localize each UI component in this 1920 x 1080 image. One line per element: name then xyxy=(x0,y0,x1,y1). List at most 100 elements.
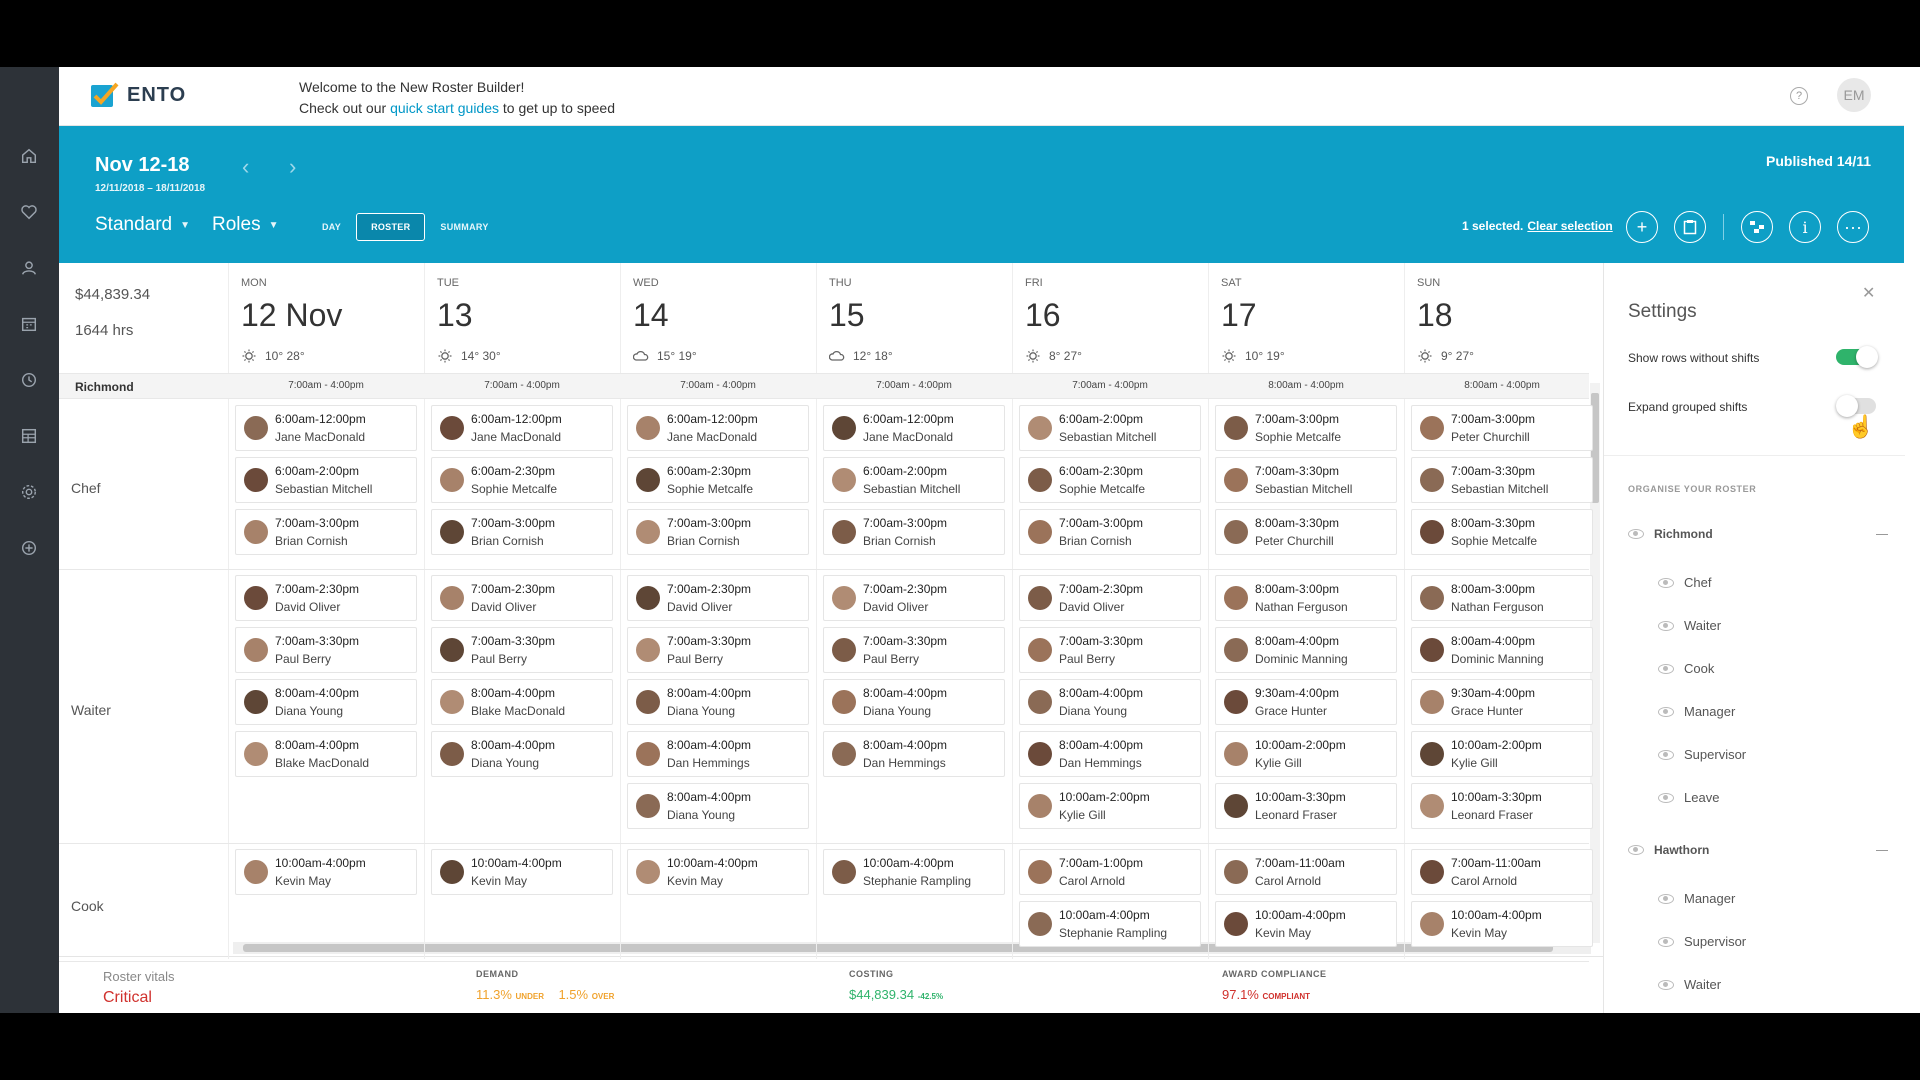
collapse-icon[interactable] xyxy=(1876,850,1888,851)
heart-icon[interactable] xyxy=(17,200,41,224)
shift-card[interactable]: 10:00am-4:00pm Kevin May xyxy=(431,849,613,895)
shift-card[interactable]: 8:00am-4:00pm Blake MacDonald xyxy=(431,679,613,725)
day-header-sat[interactable]: SAT 17 10° 19° xyxy=(1208,263,1404,373)
day-header-fri[interactable]: FRI 16 8° 27° xyxy=(1012,263,1208,373)
shift-card[interactable]: 6:00am-12:00pm Jane MacDonald xyxy=(823,405,1005,451)
table-icon[interactable] xyxy=(17,424,41,448)
help-icon[interactable]: ? xyxy=(1790,87,1808,105)
eye-icon[interactable] xyxy=(1658,792,1674,803)
shift-card[interactable]: 7:00am-3:30pm Paul Berry xyxy=(235,627,417,673)
group-select[interactable]: Roles ▼ xyxy=(212,214,278,236)
tab-day[interactable]: DAY xyxy=(307,213,356,241)
shift-card[interactable]: 6:00am-12:00pm Jane MacDonald xyxy=(235,405,417,451)
shift-card[interactable]: 7:00am-3:00pm Sophie Metcalfe xyxy=(1215,405,1397,451)
shift-card[interactable]: 7:00am-2:30pm David Oliver xyxy=(1019,575,1201,621)
day-header-tue[interactable]: TUE 13 14° 30° xyxy=(424,263,620,373)
shift-card[interactable]: 8:00am-4:00pm Blake MacDonald xyxy=(235,731,417,777)
shift-card[interactable]: 6:00am-2:30pm Sophie Metcalfe xyxy=(1019,457,1201,503)
day-header-thu[interactable]: THU 15 12° 18° xyxy=(816,263,1012,373)
eye-icon[interactable] xyxy=(1658,893,1674,904)
shift-card[interactable]: 10:00am-4:00pm Stephanie Rampling xyxy=(823,849,1005,895)
shift-card[interactable]: 10:00am-4:00pm Kevin May xyxy=(235,849,417,895)
shift-card[interactable]: 7:00am-1:00pm Carol Arnold xyxy=(1019,849,1201,895)
organise-role-leave[interactable]: Leave xyxy=(1658,790,1719,805)
shift-card[interactable]: 8:00am-4:00pm Dominic Manning xyxy=(1215,627,1397,673)
organise-role-waiter[interactable]: Waiter xyxy=(1658,618,1721,633)
eye-icon[interactable] xyxy=(1658,979,1674,990)
shift-card[interactable]: 7:00am-11:00am Carol Arnold xyxy=(1411,849,1593,895)
plus-circle-icon[interactable] xyxy=(17,536,41,560)
day-header-sun[interactable]: SUN 18 9° 27° xyxy=(1404,263,1600,373)
gear-icon[interactable] xyxy=(17,480,41,504)
eye-icon[interactable] xyxy=(1658,936,1674,947)
organise-location-richmond[interactable]: Richmond xyxy=(1628,527,1713,541)
home-icon[interactable] xyxy=(17,144,41,168)
shift-card[interactable]: 8:00am-4:00pm Dan Hemmings xyxy=(1019,731,1201,777)
eye-icon[interactable] xyxy=(1658,620,1674,631)
user-icon[interactable] xyxy=(17,256,41,280)
shift-card[interactable]: 8:00am-3:30pm Sophie Metcalfe xyxy=(1411,509,1593,555)
prev-week-icon[interactable]: ‹ xyxy=(242,154,249,180)
shift-card[interactable]: 8:00am-4:00pm Diana Young xyxy=(235,679,417,725)
shift-card[interactable]: 7:00am-3:00pm Brian Cornish xyxy=(627,509,809,555)
shift-card[interactable]: 6:00am-2:00pm Sebastian Mitchell xyxy=(1019,405,1201,451)
clear-selection-link[interactable]: Clear selection xyxy=(1527,219,1612,233)
shift-card[interactable]: 8:00am-4:00pm Diana Young xyxy=(627,783,809,829)
organise-role-supervisor[interactable]: Supervisor xyxy=(1658,747,1746,762)
shift-card[interactable]: 6:00am-2:00pm Sebastian Mitchell xyxy=(823,457,1005,503)
hierarchy-button[interactable] xyxy=(1741,211,1773,243)
shift-card[interactable]: 8:00am-4:00pm Dan Hemmings xyxy=(627,731,809,777)
shift-card[interactable]: 7:00am-3:00pm Brian Cornish xyxy=(1019,509,1201,555)
shift-card[interactable]: 8:00am-3:00pm Nathan Ferguson xyxy=(1215,575,1397,621)
shift-card[interactable]: 10:00am-2:00pm Kylie Gill xyxy=(1411,731,1593,777)
user-avatar[interactable]: EM xyxy=(1837,78,1871,112)
day-header-wed[interactable]: WED 14 15° 19° xyxy=(620,263,816,373)
organise-role-manager[interactable]: Manager xyxy=(1658,891,1735,906)
shift-card[interactable]: 10:00am-4:00pm Stephanie Rampling xyxy=(1019,901,1201,947)
costing-metric[interactable]: COSTING $44,839.34 -42.5% xyxy=(849,969,943,1002)
organise-role-manager[interactable]: Manager xyxy=(1658,704,1735,719)
shift-card[interactable]: 6:00am-2:30pm Sophie Metcalfe xyxy=(627,457,809,503)
shift-card[interactable]: 7:00am-3:30pm Paul Berry xyxy=(627,627,809,673)
eye-icon[interactable] xyxy=(1658,577,1674,588)
clock-icon[interactable] xyxy=(17,368,41,392)
shift-card[interactable]: 7:00am-11:00am Carol Arnold xyxy=(1215,849,1397,895)
clipboard-button[interactable] xyxy=(1674,211,1706,243)
organise-location-hawthorn[interactable]: Hawthorn xyxy=(1628,843,1709,857)
tab-roster[interactable]: ROSTER xyxy=(356,213,426,241)
award-metric[interactable]: AWARD COMPLIANCE 97.1% COMPLIANT xyxy=(1222,969,1327,1002)
shift-card[interactable]: 10:00am-4:00pm Kevin May xyxy=(1411,901,1593,947)
shift-card[interactable]: 8:00am-4:00pm Dominic Manning xyxy=(1411,627,1593,673)
collapse-icon[interactable] xyxy=(1876,534,1888,535)
tab-summary[interactable]: SUMMARY xyxy=(425,213,503,241)
eye-icon[interactable] xyxy=(1658,706,1674,717)
calendar-icon[interactable] xyxy=(17,312,41,336)
shift-card[interactable]: 10:00am-4:00pm Kevin May xyxy=(1215,901,1397,947)
shift-card[interactable]: 10:00am-3:30pm Leonard Fraser xyxy=(1411,783,1593,829)
shift-card[interactable]: 9:30am-4:00pm Grace Hunter xyxy=(1411,679,1593,725)
shift-card[interactable]: 7:00am-2:30pm David Oliver xyxy=(431,575,613,621)
shift-card[interactable]: 7:00am-3:30pm Sebastian Mitchell xyxy=(1411,457,1593,503)
ento-logo[interactable]: ENTO xyxy=(91,82,186,108)
organise-role-supervisor[interactable]: Supervisor xyxy=(1658,934,1746,949)
info-button[interactable]: i xyxy=(1789,211,1821,243)
shift-card[interactable]: 10:00am-4:00pm Kevin May xyxy=(627,849,809,895)
add-shift-button[interactable]: + xyxy=(1626,211,1658,243)
shift-card[interactable]: 10:00am-2:00pm Kylie Gill xyxy=(1019,783,1201,829)
eye-icon[interactable] xyxy=(1628,845,1644,855)
shift-card[interactable]: 6:00am-12:00pm Jane MacDonald xyxy=(431,405,613,451)
vitals-status[interactable]: Critical xyxy=(103,989,152,1007)
shift-card[interactable]: 6:00am-2:00pm Sebastian Mitchell xyxy=(235,457,417,503)
more-button[interactable]: ··· xyxy=(1837,211,1869,243)
shift-card[interactable]: 7:00am-2:30pm David Oliver xyxy=(627,575,809,621)
shift-card[interactable]: 8:00am-4:00pm Diana Young xyxy=(823,679,1005,725)
shift-card[interactable]: 6:00am-2:30pm Sophie Metcalfe xyxy=(431,457,613,503)
day-header-mon[interactable]: MON 12 Nov 10° 28° xyxy=(228,263,424,373)
shift-card[interactable]: 7:00am-3:00pm Brian Cornish xyxy=(823,509,1005,555)
shift-card[interactable]: 7:00am-3:30pm Sebastian Mitchell xyxy=(1215,457,1397,503)
shift-card[interactable]: 8:00am-4:00pm Dan Hemmings xyxy=(823,731,1005,777)
shift-card[interactable]: 8:00am-4:00pm Diana Young xyxy=(1019,679,1201,725)
shift-card[interactable]: 7:00am-3:00pm Brian Cornish xyxy=(431,509,613,555)
shift-card[interactable]: 8:00am-4:00pm Diana Young xyxy=(431,731,613,777)
expand-grouped-toggle[interactable] xyxy=(1836,395,1876,417)
